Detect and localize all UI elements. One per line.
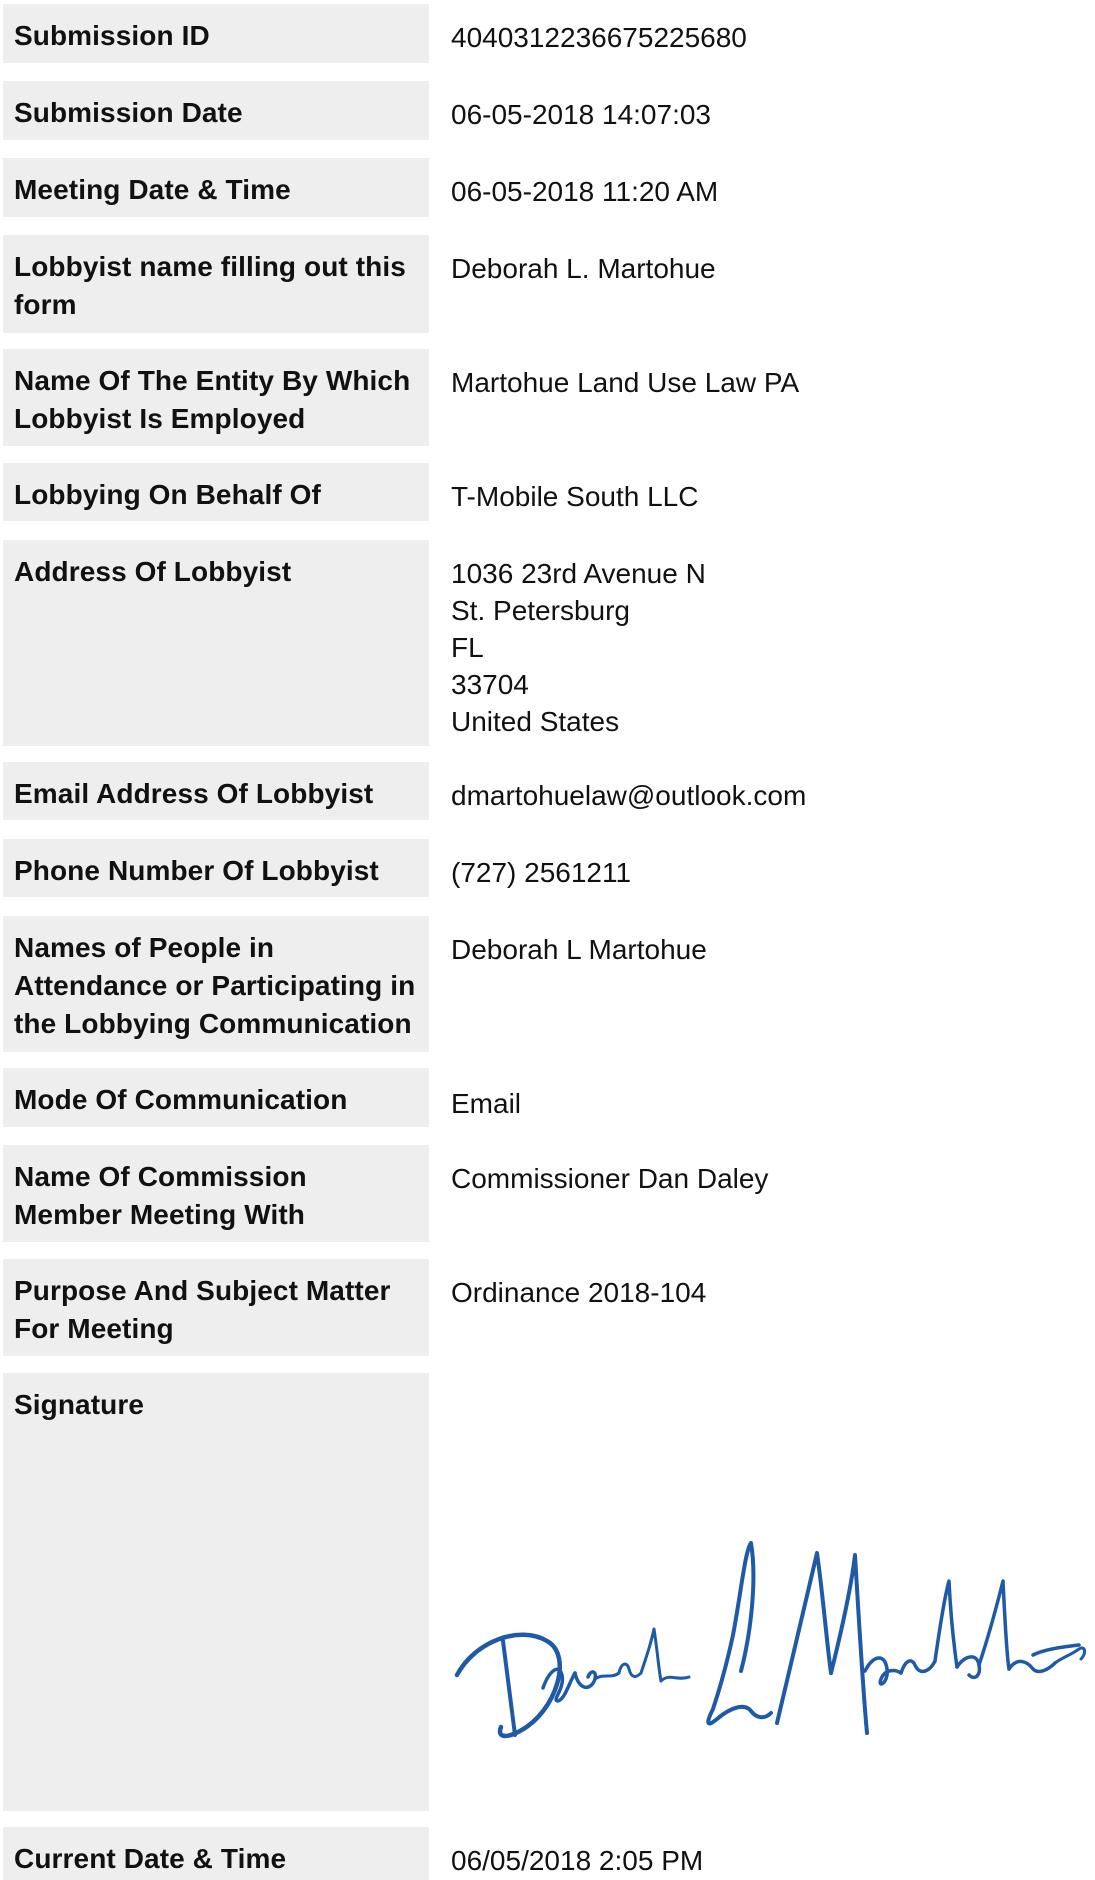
address-street: 1036 23rd Avenue N (451, 558, 706, 589)
address-city: St. Petersburg (451, 595, 630, 626)
phone-value: (727) 2561211 (451, 857, 632, 888)
commission-member-value: Commissioner Dan Daley (451, 1163, 769, 1194)
signature-label: Signature (3, 1373, 429, 1811)
lobbyist-name-label: Lobbyist name filling out this form (3, 235, 429, 333)
email-value: dmartohuelaw@outlook.com (451, 780, 807, 811)
submission-date-value: 06-05-2018 14:07:03 (451, 99, 711, 130)
mode-label: Mode Of Communication (3, 1068, 429, 1127)
commission-member-label: Name Of Commission Member Meeting With (3, 1145, 429, 1242)
current-datetime-label: Current Date & Time (3, 1827, 429, 1880)
meeting-datetime-label: Meeting Date & Time (3, 158, 429, 217)
current-datetime-value: 06/05/2018 2:05 PM (451, 1845, 704, 1876)
address-country: United States (451, 706, 620, 737)
email-label: Email Address Of Lobbyist (3, 762, 429, 820)
on-behalf-of-value: T-Mobile South LLC (451, 481, 699, 512)
lobbyist-form: Submission ID 4040312236675225680 Submis… (0, 0, 1095, 1880)
submission-date-label: Submission Date (3, 81, 429, 140)
employer-label: Name Of The Entity By Which Lobbyist Is … (3, 349, 429, 446)
mode-value: Email (451, 1088, 522, 1119)
address-state: FL (451, 632, 484, 663)
attendees-value: Deborah L Martohue (451, 934, 707, 965)
submission-id-label: Submission ID (3, 4, 429, 63)
address-label: Address Of Lobbyist (3, 540, 429, 746)
address-zip: 33704 (451, 669, 529, 700)
address-value: 1036 23rd Avenue N St. Petersburg FL 337… (451, 555, 1081, 740)
employer-value: Martohue Land Use Law PA (451, 367, 800, 398)
lobbyist-name-value: Deborah L. Martohue (451, 253, 716, 284)
phone-label: Phone Number Of Lobbyist (3, 839, 429, 897)
meeting-datetime-value: 06-05-2018 11:20 AM (451, 176, 719, 207)
purpose-label: Purpose And Subject Matter For Meeting (3, 1259, 429, 1356)
signature-svg (454, 1541, 1087, 1739)
on-behalf-of-label: Lobbying On Behalf Of (3, 463, 429, 521)
purpose-value: Ordinance 2018-104 (451, 1277, 707, 1308)
attendees-label: Names of People in Attendance or Partici… (3, 916, 429, 1052)
signature-image (445, 1523, 1095, 1763)
submission-id-value: 4040312236675225680 (451, 22, 747, 53)
